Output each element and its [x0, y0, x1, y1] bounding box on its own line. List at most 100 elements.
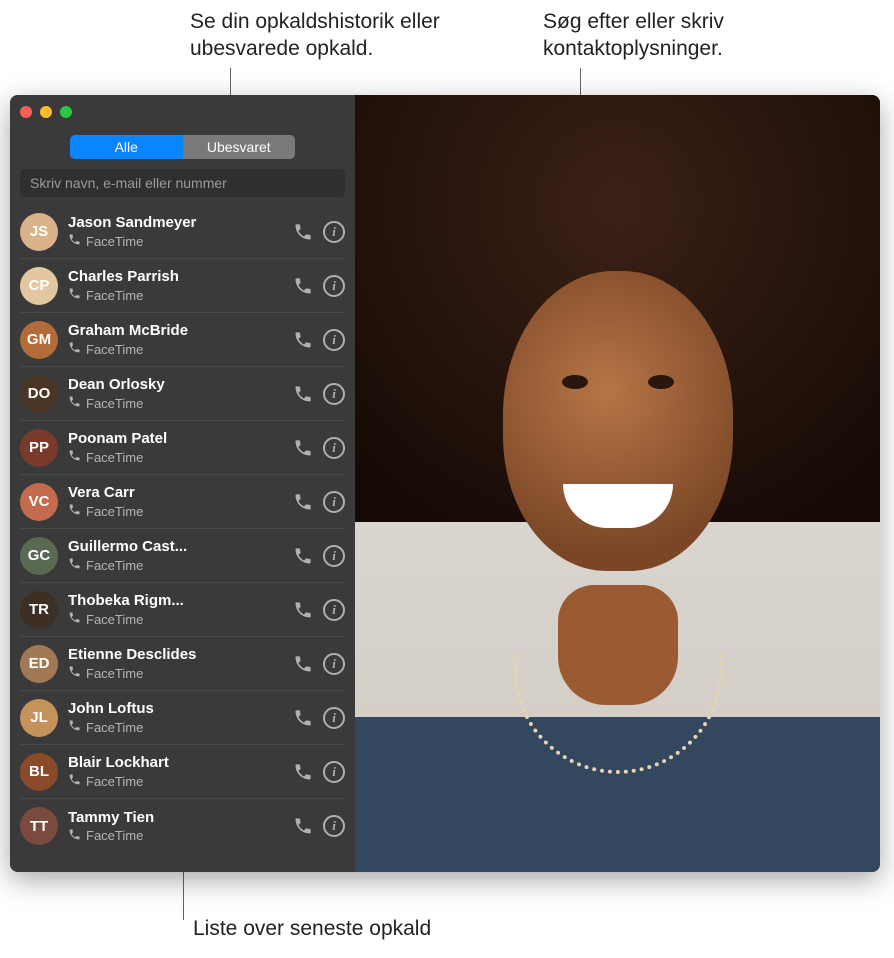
contact-row[interactable]: TT Tammy Tien FaceTime i [20, 799, 345, 853]
contact-text: Thobeka Rigm... FaceTime [68, 592, 283, 627]
call-button[interactable] [293, 438, 313, 458]
contact-subtitle: FaceTime [68, 557, 283, 573]
phone-icon [68, 665, 81, 681]
info-button[interactable]: i [323, 653, 345, 675]
contact-subtitle: FaceTime [68, 395, 283, 411]
call-button[interactable] [293, 708, 313, 728]
contact-text: Graham McBrideFaceTime [68, 322, 283, 357]
info-button[interactable]: i [323, 383, 345, 405]
contact-text: Vera CarrFaceTime [68, 484, 283, 519]
tab-all[interactable]: Alle [70, 135, 183, 159]
info-button[interactable]: i [323, 491, 345, 513]
contact-subtitle: FaceTime [68, 233, 283, 249]
contact-name: Guillermo Cast... [68, 538, 283, 555]
phone-icon [68, 611, 81, 627]
call-button[interactable] [293, 816, 313, 836]
call-button[interactable] [293, 762, 313, 782]
phone-icon [68, 449, 81, 465]
info-button[interactable]: i [323, 275, 345, 297]
phone-icon [68, 287, 81, 303]
contact-row[interactable]: TRThobeka Rigm...FaceTimei [20, 583, 345, 637]
call-type: FaceTime [86, 504, 143, 519]
call-type: FaceTime [86, 288, 143, 303]
contact-text: Dean OrloskyFaceTime [68, 376, 283, 411]
call-button[interactable] [293, 546, 313, 566]
contact-text: Jason Sandmeyer FaceTime [68, 214, 283, 249]
contact-row[interactable]: EDEtienne DesclidesFaceTimei [20, 637, 345, 691]
window-minimize-button[interactable] [40, 106, 52, 118]
contact-name: Charles Parrish [68, 268, 283, 285]
call-type: FaceTime [86, 720, 143, 735]
call-button[interactable] [293, 276, 313, 296]
info-button[interactable]: i [323, 437, 345, 459]
contact-name: Blair Lockhart [68, 754, 283, 771]
contact-subtitle: FaceTime [68, 828, 283, 844]
call-type: FaceTime [86, 774, 143, 789]
contact-row[interactable]: GMGraham McBrideFaceTimei [20, 313, 345, 367]
call-type: FaceTime [86, 612, 143, 627]
info-button[interactable]: i [323, 707, 345, 729]
avatar: GC [20, 537, 58, 575]
avatar: JL [20, 699, 58, 737]
avatar: BL [20, 753, 58, 791]
contact-row[interactable]: VCVera CarrFaceTimei [20, 475, 345, 529]
info-button[interactable]: i [323, 761, 345, 783]
call-type: FaceTime [86, 666, 143, 681]
video-preview [355, 95, 880, 872]
contact-name: Thobeka Rigm... [68, 592, 283, 609]
contact-text: Poonam PatelFaceTime [68, 430, 283, 465]
avatar: JS [20, 213, 58, 251]
window-close-button[interactable] [20, 106, 32, 118]
call-button[interactable] [293, 600, 313, 620]
contact-name: Jason Sandmeyer [68, 214, 283, 231]
call-button[interactable] [293, 330, 313, 350]
call-type: FaceTime [86, 558, 143, 573]
call-button[interactable] [293, 654, 313, 674]
contact-row[interactable]: GC Guillermo Cast... FaceTime i [20, 529, 345, 583]
facetime-window: Alle Ubesvaret JS Jason Sandmeyer FaceTime… [10, 95, 880, 872]
contact-name: Tammy Tien [68, 809, 283, 826]
contact-text: Guillermo Cast... FaceTime [68, 538, 283, 573]
phone-icon [68, 557, 81, 573]
avatar: DO [20, 375, 58, 413]
call-button[interactable] [293, 492, 313, 512]
contact-subtitle: FaceTime [68, 719, 283, 735]
contact-row[interactable]: JS Jason Sandmeyer FaceTime i [20, 205, 345, 259]
call-button[interactable] [293, 384, 313, 404]
search-container [20, 169, 345, 197]
contact-subtitle: FaceTime [68, 449, 283, 465]
recent-calls-list: JSJason SandmeyerFaceTimeiCPCharles Parr… [10, 205, 355, 872]
contact-subtitle: FaceTime [68, 665, 283, 681]
contact-subtitle: FaceTime [68, 503, 283, 519]
window-titlebar [10, 95, 355, 129]
contact-text: John Loftus FaceTime [68, 700, 283, 735]
phone-icon [68, 395, 81, 411]
contact-text: Etienne DesclidesFaceTime [68, 646, 283, 681]
callout-history: Se din opkaldshistorik eller ubesvarede … [190, 8, 470, 63]
info-button[interactable]: i [323, 815, 345, 837]
call-type: FaceTime [86, 828, 143, 843]
phone-icon [68, 828, 81, 844]
contact-subtitle: FaceTime [68, 611, 283, 627]
call-button[interactable] [293, 222, 313, 242]
info-button[interactable]: i [323, 599, 345, 621]
info-button[interactable]: i [323, 329, 345, 351]
window-zoom-button[interactable] [60, 106, 72, 118]
phone-icon [68, 503, 81, 519]
contact-row[interactable]: CPCharles ParrishFaceTimei [20, 259, 345, 313]
contact-row[interactable]: BL Blair Lockhart FaceTime i [20, 745, 345, 799]
caller-portrait [355, 95, 880, 872]
contact-row[interactable]: DO Dean OrloskyFaceTime i [20, 367, 345, 421]
tab-missed[interactable]: Ubesvaret [183, 135, 296, 159]
search-input[interactable] [20, 169, 345, 197]
info-button[interactable]: i [323, 545, 345, 567]
contact-row[interactable]: PPPoonam PatelFaceTimei [20, 421, 345, 475]
contact-subtitle: FaceTime [68, 287, 283, 303]
contact-name: John Loftus [68, 700, 283, 717]
phone-icon [68, 341, 81, 357]
info-button[interactable]: i [323, 221, 345, 243]
contact-text: Charles Parrish FaceTime [68, 268, 283, 303]
contact-subtitle: FaceTime [68, 773, 283, 789]
contact-row[interactable]: JL John Loftus FaceTime i [20, 691, 345, 745]
avatar: TT [20, 807, 58, 845]
